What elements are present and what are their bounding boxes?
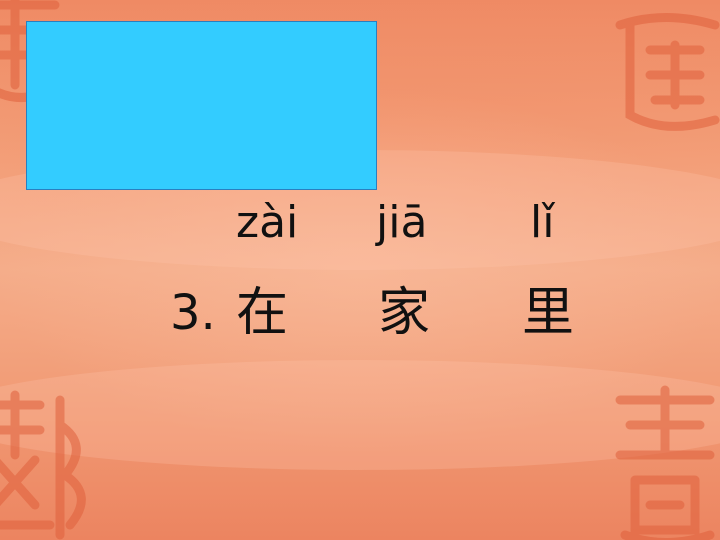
pinyin-jia: jiā [376,197,428,248]
hanzi-li: 里 [522,283,575,343]
seal-stamp-icon [615,385,715,540]
pinyin-li: lǐ [530,197,555,248]
item-number: 3. [170,285,216,341]
seal-stamp-icon [615,13,720,131]
seal-stamp-icon [0,390,86,540]
hanzi-zai: 在 [236,283,289,343]
slide: zài jiā lǐ 3. 在 家 里 [0,0,720,540]
pinyin-zai: zài [236,197,299,248]
hanzi-jia: 家 [378,283,431,343]
blue-box [26,21,377,190]
